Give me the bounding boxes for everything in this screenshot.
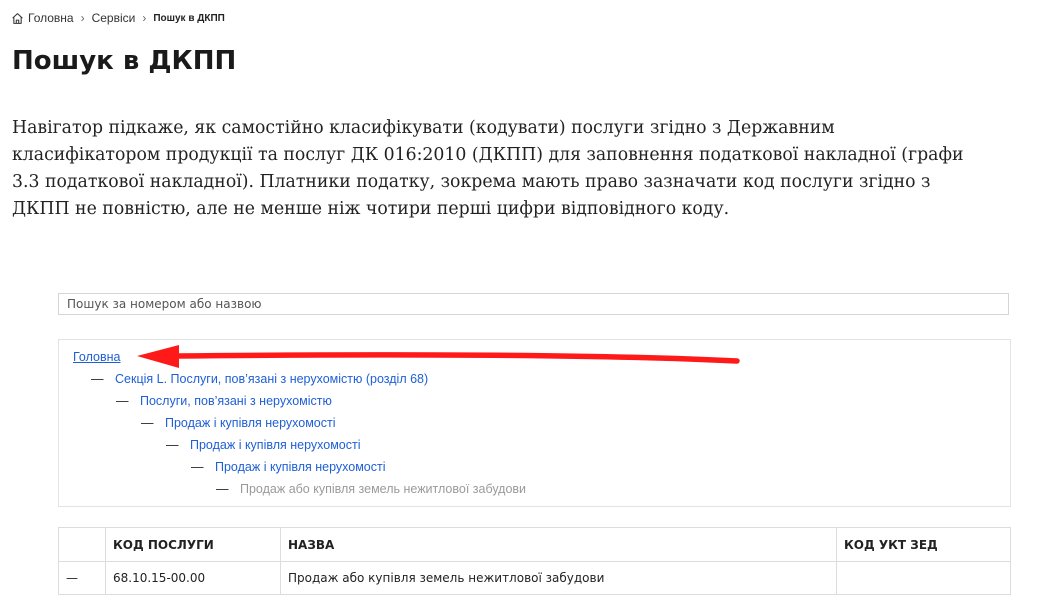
chevron-right-icon: › [80,11,85,25]
row-marker: — [58,561,106,595]
tree-item-link[interactable]: Секція L. Послуги, пов’язані з нерухоміс… [115,372,428,386]
column-header-name: НАЗВА [280,527,837,562]
tree-item-current-label: Продаж або купівля земель нежитлової заб… [240,482,527,496]
tree-item[interactable]: — Послуги, пов’язані з нерухомістю [116,393,332,409]
table-header-row: КОД ПОСЛУГИ НАЗВА КОД УКТ ЗЕД [58,527,1011,562]
tree-item[interactable]: — Продаж і купівля нерухомості [141,415,336,431]
home-icon[interactable] [11,12,24,25]
chevron-right-icon: › [142,11,147,25]
column-header-code: КОД ПОСЛУГИ [105,527,281,562]
breadcrumb-home-link[interactable]: Головна [28,11,74,25]
row-ukt [836,561,1011,595]
tree-item-root[interactable]: Головна [73,349,121,365]
tree-item[interactable]: — Продаж і купівля нерухомості [166,437,361,453]
page-title: Пошук в ДКПП [12,46,237,76]
column-header-marker [58,527,106,562]
tree-dash-icon: — [91,372,104,386]
breadcrumb: Головна › Сервіси › Пошук в ДКПП [11,10,225,26]
row-code: 68.10.15-00.00 [105,561,281,595]
tree-item-link[interactable]: Продаж і купівля нерухомості [165,416,336,430]
tree-item-link[interactable]: Продаж і купівля нерухомості [215,460,386,474]
tree-root-link[interactable]: Головна [73,350,121,364]
tree-dash-icon: — [216,482,229,496]
search-input[interactable] [58,293,1009,315]
tree-dash-icon: — [116,394,129,408]
arrow-head [137,345,179,368]
table-row[interactable]: — 68.10.15-00.00 Продаж або купівля земе… [58,561,1011,595]
tree-dash-icon: — [141,416,154,430]
tree-item-current: — Продаж або купівля земель нежитлової за… [216,481,526,497]
tree-item-link[interactable]: Продаж і купівля нерухомості [190,438,361,452]
red-arrow-annotation [137,345,740,368]
column-header-ukt: КОД УКТ ЗЕД [836,527,1011,562]
tree-item-link[interactable]: Послуги, пов’язані з нерухомістю [140,394,332,408]
intro-text: Навігатор підкаже, як самостійно класифі… [12,118,964,219]
breadcrumb-current: Пошук в ДКПП [153,12,225,24]
breadcrumb-services-link[interactable]: Сервіси [92,11,136,25]
tree-item[interactable]: — Продаж і купівля нерухомості [191,459,386,475]
row-name: Продаж або купівля земель нежитлової заб… [280,561,837,595]
tree-dash-icon: — [191,460,204,474]
results-table: КОД ПОСЛУГИ НАЗВА КОД УКТ ЗЕД — 68.10.15… [58,527,1011,595]
arrow-shaft [174,352,740,364]
tree-dash-icon: — [166,438,179,452]
